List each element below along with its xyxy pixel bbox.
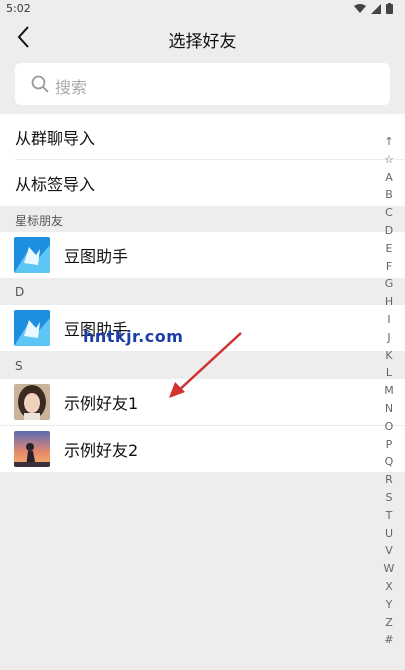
nav-bar: 选择好友 xyxy=(0,20,405,54)
wifi-icon xyxy=(354,3,366,13)
import-option-label: 从标签导入 xyxy=(15,175,96,194)
contact-name: 示例好友2 xyxy=(64,441,139,460)
index-letter[interactable]: C xyxy=(385,204,393,222)
page-title: 选择好友 xyxy=(168,32,237,52)
index-letter[interactable]: B xyxy=(385,186,393,204)
index-letter[interactable]: V xyxy=(385,542,393,560)
index-letter[interactable]: # xyxy=(384,631,393,649)
contact-avatar xyxy=(14,310,50,346)
index-letter[interactable]: P xyxy=(386,436,393,454)
index-letter[interactable]: X xyxy=(385,578,393,596)
index-letter[interactable]: F xyxy=(386,258,392,276)
status-time: 5:02 xyxy=(6,2,31,15)
contact-name: 示例好友1 xyxy=(64,394,139,413)
contact-avatar xyxy=(14,384,50,420)
contact-avatar xyxy=(14,431,50,467)
search-placeholder: 搜索 xyxy=(55,78,88,97)
alphabet-index-bar[interactable]: ↑ ☆ A B C D E F G H I J K L M N O P Q R S T U V W X Y Z # xyxy=(383,133,395,649)
search-input[interactable]: 搜索 xyxy=(15,63,390,105)
index-letter[interactable]: L xyxy=(386,364,392,382)
index-letter[interactable]: ☆ xyxy=(384,151,394,169)
index-letter[interactable]: T xyxy=(386,507,393,525)
index-letter[interactable]: U xyxy=(385,525,393,543)
index-letter[interactable]: E xyxy=(386,240,393,258)
index-letter[interactable]: R xyxy=(385,471,393,489)
index-letter[interactable]: K xyxy=(385,347,392,365)
battery-icon xyxy=(386,3,393,14)
annotation-arrow-icon xyxy=(169,332,242,398)
app-icon xyxy=(14,310,50,346)
signal-icon xyxy=(371,3,381,14)
contact-avatar xyxy=(14,237,50,273)
index-letter[interactable]: G xyxy=(385,275,394,293)
index-letter[interactable]: Y xyxy=(386,596,393,614)
status-bar: 5:02 xyxy=(0,0,405,20)
index-letter[interactable]: N xyxy=(385,400,393,418)
section-header-starred: 星标朋友 xyxy=(15,214,64,228)
index-letter[interactable]: I xyxy=(387,311,390,329)
import-from-group-chat[interactable]: 从群聊导入 xyxy=(0,114,405,160)
import-option-label: 从群聊导入 xyxy=(15,129,96,148)
app-icon xyxy=(14,237,50,273)
index-letter[interactable]: O xyxy=(385,418,394,436)
index-letter[interactable]: S xyxy=(386,489,393,507)
contact-row[interactable]: 示例好友2 xyxy=(0,426,405,472)
index-letter[interactable]: M xyxy=(384,382,394,400)
index-letter[interactable]: W xyxy=(384,560,395,578)
index-letter[interactable]: H xyxy=(385,293,393,311)
index-letter[interactable]: D xyxy=(385,222,393,240)
index-letter[interactable]: ↑ xyxy=(384,133,393,151)
contact-name: 豆图助手 xyxy=(64,247,129,266)
index-letter[interactable]: A xyxy=(385,169,393,187)
index-letter[interactable]: Z xyxy=(385,614,393,632)
index-letter[interactable]: Q xyxy=(385,453,394,471)
section-header-d: D xyxy=(15,285,25,299)
import-from-tag[interactable]: 从标签导入 xyxy=(0,160,405,206)
section-header-s: S xyxy=(15,359,23,373)
index-letter[interactable]: J xyxy=(387,329,390,347)
photo-sunset xyxy=(14,431,50,467)
search-icon xyxy=(31,75,49,93)
contact-row[interactable]: 豆图助手 xyxy=(0,232,405,278)
status-icons xyxy=(354,3,393,14)
photo-girl xyxy=(14,384,50,420)
